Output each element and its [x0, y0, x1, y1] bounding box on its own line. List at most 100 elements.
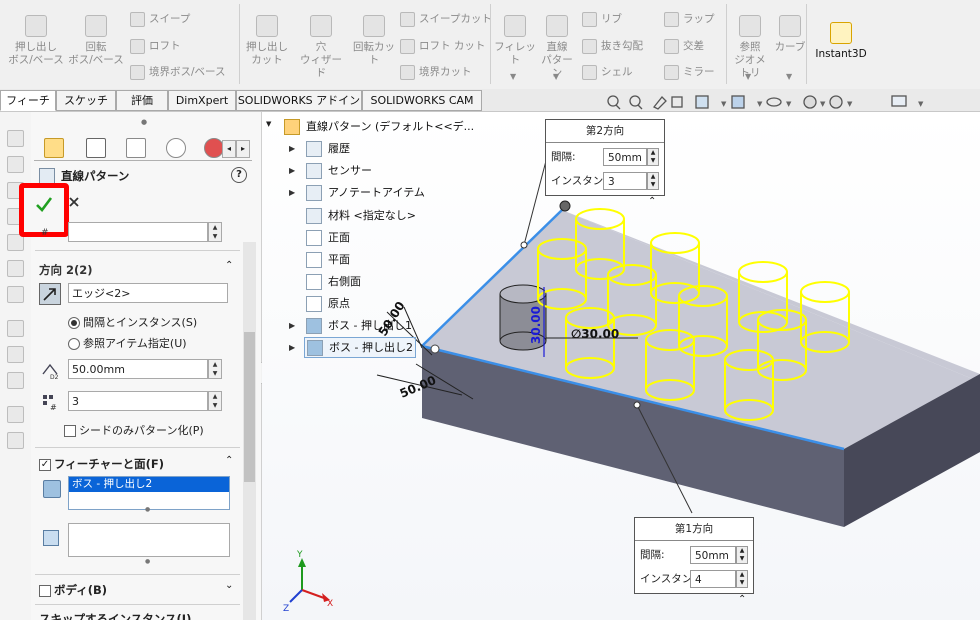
wrap-button[interactable]: ラップ	[664, 10, 715, 28]
strip-tool-icon[interactable]	[7, 406, 24, 423]
tree-item-right-plane[interactable]: 右側面	[306, 273, 361, 290]
callout-spinner[interactable]: ▲ ▼	[736, 570, 748, 588]
instances-spinner[interactable]: ▲ ▼	[208, 391, 222, 411]
radio-reference-item[interactable]: 参照アイテム指定(U)	[68, 335, 187, 351]
shell-button[interactable]: シェル	[582, 63, 633, 81]
linear-pattern-button[interactable]: 直線 パターン	[538, 15, 576, 80]
dimxpert-manager-tab-icon[interactable]	[166, 138, 186, 158]
list-resize-dot[interactable]: ●	[145, 506, 150, 513]
reference-dropdown-icon[interactable]: ▼	[745, 72, 751, 81]
pattern-dropdown-icon[interactable]: ▼	[553, 72, 559, 81]
tree-item-boss-extrude2[interactable]: ボス - 押し出し2	[304, 337, 416, 358]
direction-arrow-icon[interactable]	[559, 200, 571, 212]
strip-tool-icon[interactable]	[7, 320, 24, 337]
chevron-down-icon[interactable]: ⌄	[225, 580, 233, 591]
tree-item-top-plane[interactable]: 平面	[306, 251, 350, 268]
hole-wizard-button[interactable]: 穴ウィザード	[296, 15, 346, 80]
radio-spacing-instances[interactable]: 間隔とインスタンス(S)	[68, 314, 197, 330]
skip-instances-header[interactable]: スキップするインスタンス(I)	[39, 612, 191, 620]
callout-spinner[interactable]: ▲ ▼	[647, 148, 659, 166]
tree-root[interactable]: 直線パターン (デフォルト<<デ...	[284, 118, 474, 135]
intersect-button[interactable]: 交差	[664, 37, 704, 55]
reference-geometry-button[interactable]: 参照 ジオメトリ	[730, 15, 770, 80]
callout-spinner[interactable]: ▲ ▼	[647, 172, 659, 190]
mirror-button[interactable]: ミラー	[664, 63, 715, 81]
strip-tool-icon[interactable]	[7, 130, 24, 147]
rib-button[interactable]: リブ	[582, 10, 622, 28]
tab-scroll-right-icon[interactable]: ▸	[236, 140, 250, 158]
callout-instances-field[interactable]: 4	[690, 570, 736, 588]
tab-cam[interactable]: SOLIDWORKS CAM	[362, 90, 482, 111]
feature-manager-tab-icon[interactable]	[44, 138, 64, 158]
instant3d-button[interactable]: Instant3D	[810, 22, 872, 61]
curves-button[interactable]: カーブ	[774, 15, 806, 54]
tab-features[interactable]: フィーチャー	[0, 90, 56, 126]
cancel-button[interactable]	[67, 195, 81, 209]
panel-scrollbar[interactable]	[243, 242, 256, 620]
tree-item-front-plane[interactable]: 正面	[306, 229, 350, 246]
callout-spacing-field[interactable]: 50mm	[690, 546, 736, 564]
seed-only-checkbox[interactable]: シードのみパターン化(P)	[64, 422, 204, 438]
callout-spacing-field[interactable]: 50mm	[603, 148, 647, 166]
strip-tool-icon[interactable]	[7, 372, 24, 389]
tab-dimxpert[interactable]: DimXpert	[168, 90, 236, 111]
faces-list[interactable]	[68, 523, 230, 557]
dimension-label-diameter[interactable]: ∅30.00	[571, 327, 619, 341]
chevron-up-icon[interactable]: ⌃	[225, 455, 233, 466]
ok-button[interactable]	[34, 194, 54, 214]
direction2-edge-field[interactable]: エッジ<2>	[68, 283, 228, 303]
sweep-cut-button[interactable]: スイープカット	[400, 10, 492, 28]
display-manager-tab-icon[interactable]	[204, 138, 224, 158]
direction-handle-icon[interactable]	[430, 344, 440, 354]
callout-collapse-icon[interactable]: ⌃	[648, 196, 656, 207]
tree-expand-icon[interactable]: ▶	[289, 343, 295, 352]
features-faces-header[interactable]: ✓ フィーチャーと面(F)	[39, 456, 164, 472]
features-list[interactable]: ボス - 押し出し2	[68, 476, 230, 510]
spacing-field[interactable]: 50.00mm	[68, 359, 208, 379]
instances-dir1-spinner[interactable]: ▲ ▼	[208, 222, 222, 242]
draft-button[interactable]: 抜き勾配	[582, 37, 643, 55]
strip-tool-icon[interactable]	[7, 432, 24, 449]
reverse-direction-button[interactable]	[39, 283, 61, 305]
boundary-cut-button[interactable]: 境界カット	[400, 63, 472, 81]
curves-dropdown-icon[interactable]: ▼	[786, 72, 792, 81]
sweep-button[interactable]: スイープ	[130, 10, 190, 28]
instances-field[interactable]: 3	[68, 391, 208, 411]
tree-item-annotations[interactable]: アノテートアイテム	[306, 184, 425, 201]
extrude-boss-button[interactable]: 押し出し ボス/ベース	[8, 15, 64, 67]
help-icon[interactable]: ?	[231, 167, 247, 183]
tab-scroll-left-icon[interactable]: ◂	[222, 140, 236, 158]
strip-tool-icon[interactable]	[7, 260, 24, 277]
strip-tool-icon[interactable]	[7, 156, 24, 173]
fillet-dropdown-icon[interactable]: ▼	[510, 72, 516, 81]
list-resize-dot[interactable]: ●	[145, 558, 150, 565]
callout-instances-field[interactable]: 3	[603, 172, 647, 190]
chevron-up-icon[interactable]: ⌃	[225, 260, 233, 271]
strip-tool-icon[interactable]	[7, 346, 24, 363]
tree-item-history[interactable]: 履歴	[306, 140, 350, 157]
tab-evaluate[interactable]: 評価	[116, 90, 168, 111]
tab-addins[interactable]: SOLIDWORKS アドイン	[236, 90, 362, 111]
extrude-cut-button[interactable]: 押し出し カット	[244, 15, 290, 67]
property-manager-tab-icon[interactable]	[86, 138, 106, 158]
callout-spinner[interactable]: ▲ ▼	[736, 546, 748, 564]
direction2-header[interactable]: 方向 2(2)	[39, 262, 93, 278]
loft-cut-button[interactable]: ロフト カット	[400, 37, 485, 55]
instances-dir1-field[interactable]	[68, 222, 208, 242]
tree-item-sensors[interactable]: センサー	[306, 162, 372, 179]
bodies-header[interactable]: ボディ(B)	[39, 582, 107, 598]
tree-collapse-icon[interactable]: ▼	[266, 120, 271, 128]
configuration-manager-tab-icon[interactable]	[126, 138, 146, 158]
loft-button[interactable]: ロフト	[130, 37, 181, 55]
tree-expand-icon[interactable]: ▶	[289, 166, 295, 175]
fillet-button[interactable]: フィレット	[494, 15, 536, 67]
tree-expand-icon[interactable]: ▶	[289, 188, 295, 197]
tree-item-origin[interactable]: 原点	[306, 295, 350, 312]
features-list-item[interactable]: ボス - 押し出し2	[69, 477, 229, 492]
panel-splitter-dot[interactable]: ●	[141, 118, 147, 126]
revolve-boss-button[interactable]: 回転 ボス/ベース	[68, 15, 124, 67]
tree-item-boss-extrude1[interactable]: ボス - 押し出し1	[306, 317, 412, 334]
dimension-label-height[interactable]: 30.00	[529, 306, 543, 344]
panel-scrollbar-thumb[interactable]	[244, 332, 255, 482]
tree-expand-icon[interactable]: ▶	[289, 144, 295, 153]
